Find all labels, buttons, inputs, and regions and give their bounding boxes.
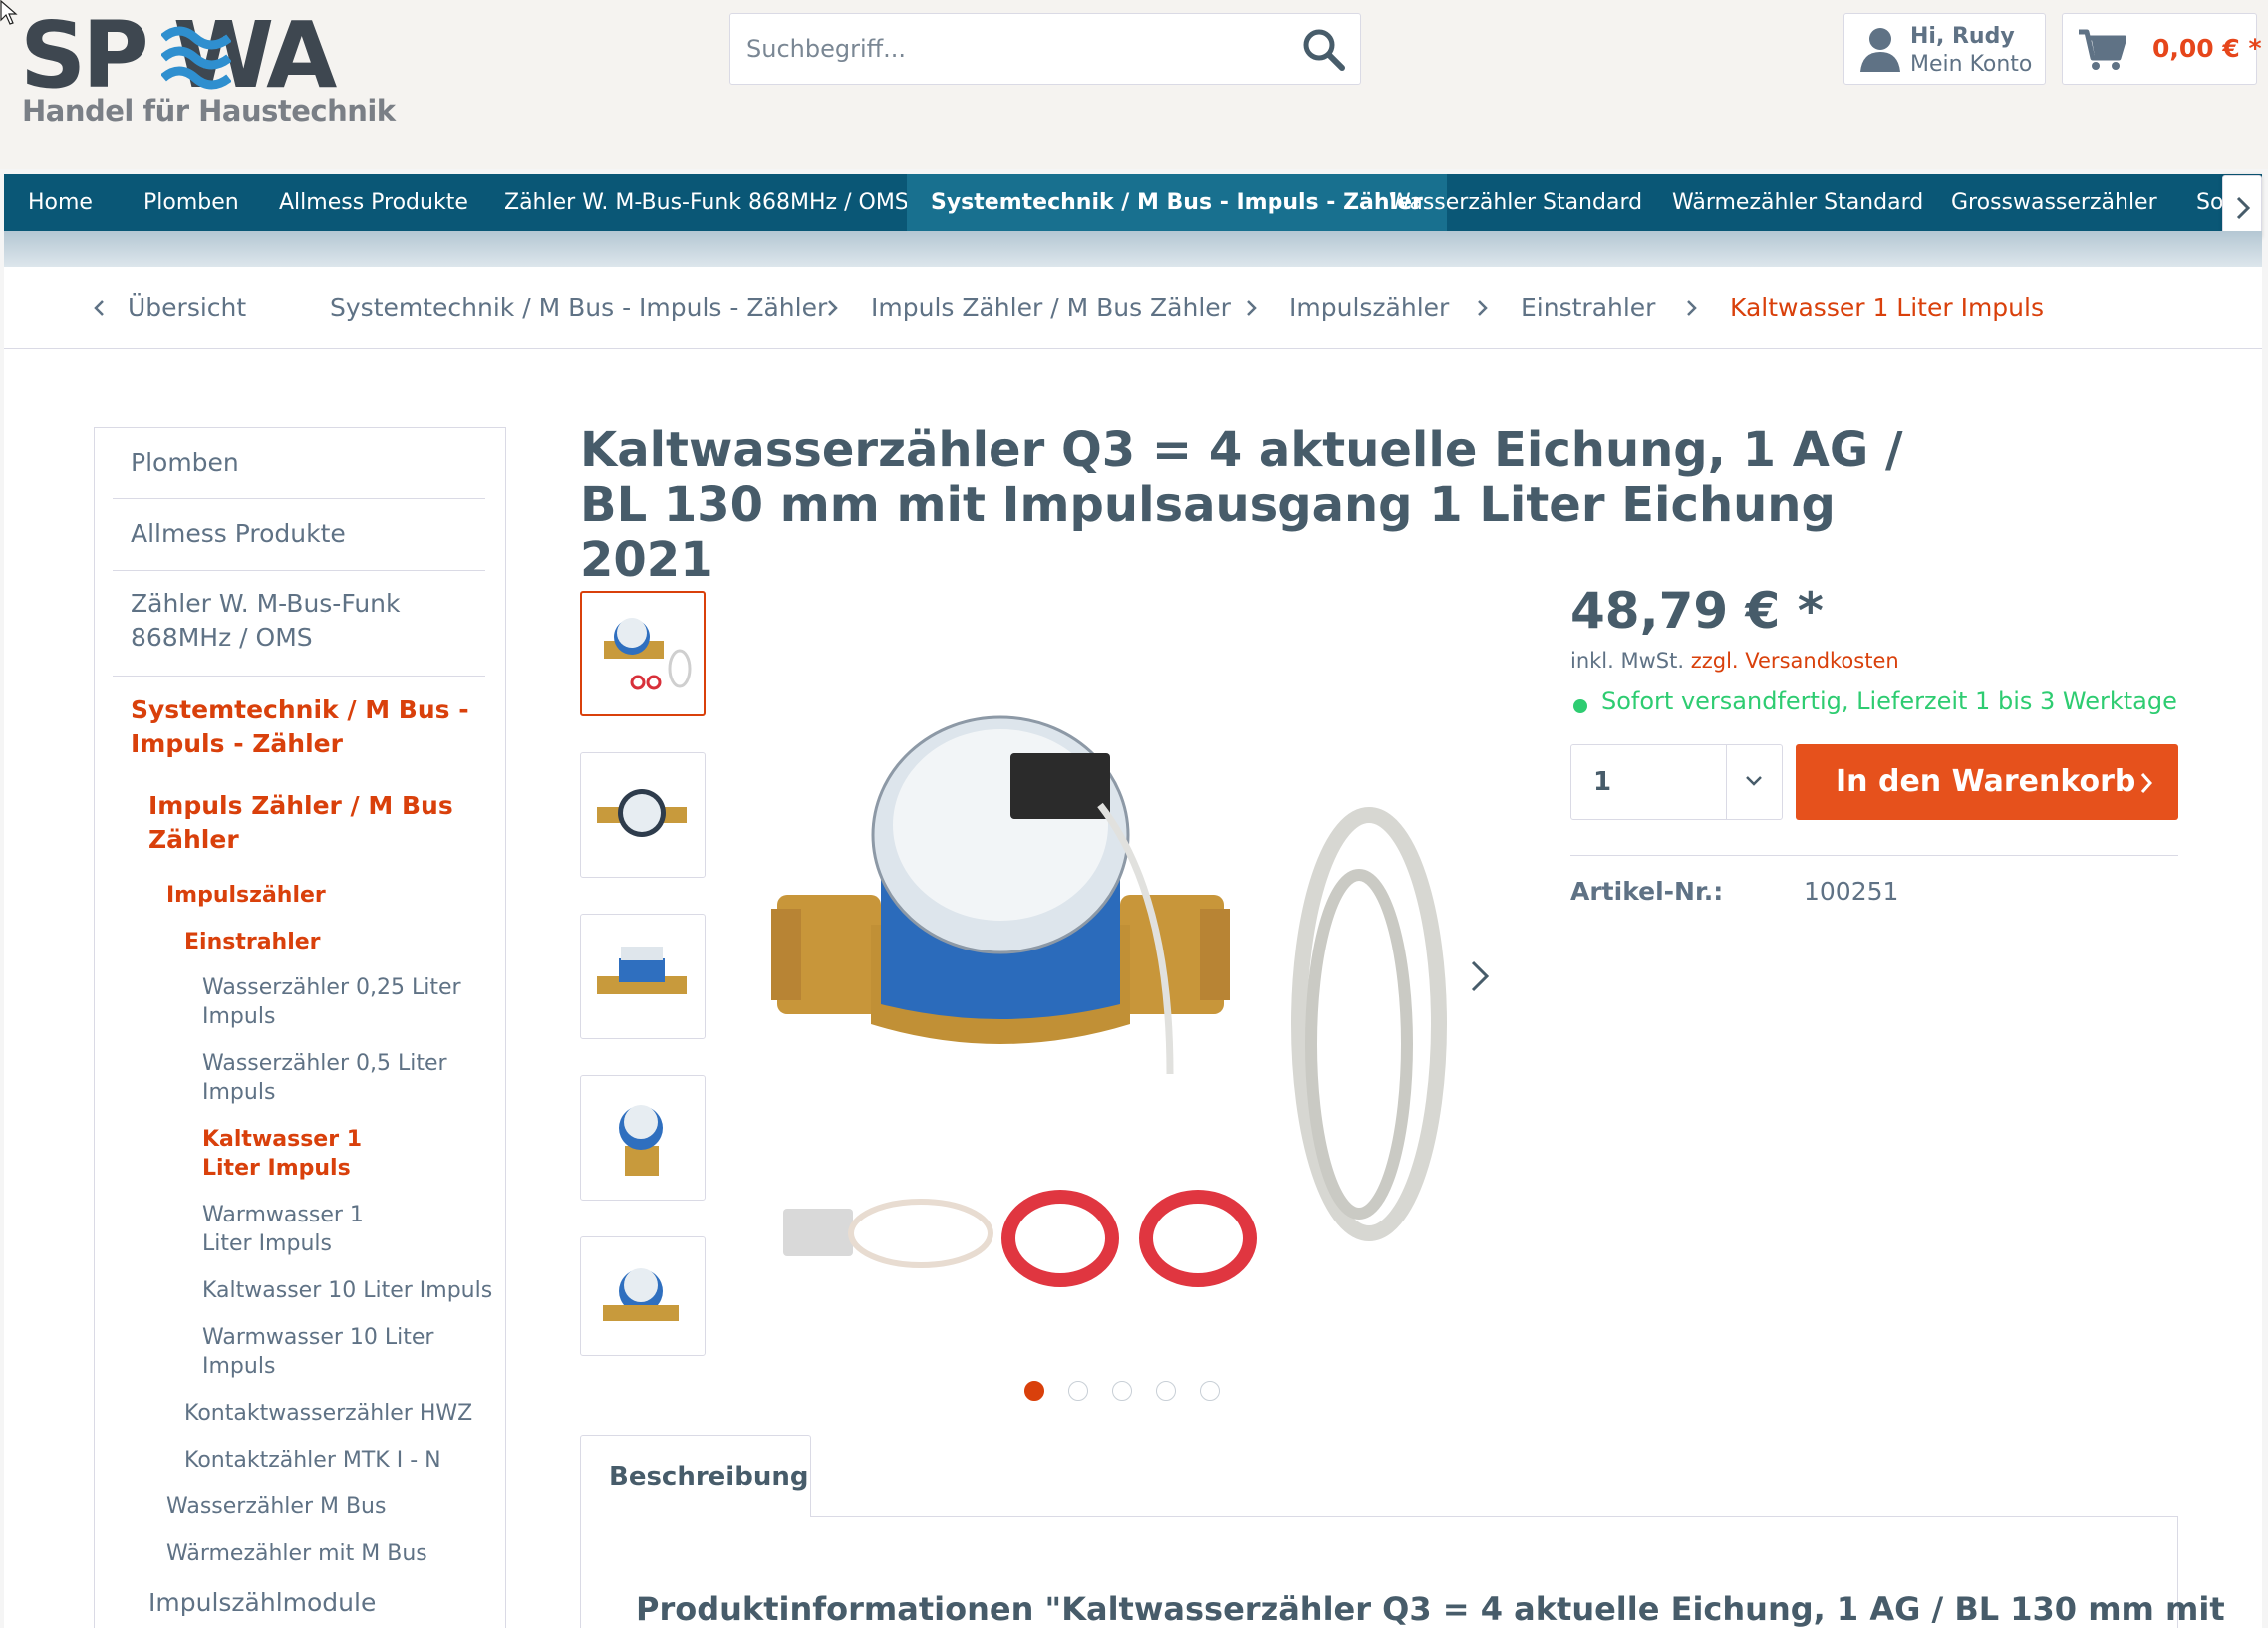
- image-next-arrow-icon[interactable]: [1467, 956, 1493, 996]
- sidebar-item-kontaktwasserzaehler[interactable]: Kontaktwasserzähler HWZ: [113, 1399, 501, 1428]
- sidebar-item-einstrahler[interactable]: Einstrahler: [113, 928, 485, 956]
- chevron-down-icon: [1746, 776, 1762, 786]
- breadcrumb-back-link[interactable]: Übersicht: [128, 293, 246, 322]
- sidebar-item-systemtechnik[interactable]: Systemtechnik / M Bus - Impuls - Zähler: [113, 693, 485, 761]
- add-to-cart-label: In den Warenkorb: [1836, 764, 2136, 799]
- water-meter-angle-thumbnail-image: [619, 1105, 663, 1176]
- breadcrumb-item-current[interactable]: Kaltwasser 1 Liter Impuls: [1730, 293, 2044, 322]
- image-dot[interactable]: [1112, 1381, 1132, 1401]
- product-thumbnail[interactable]: [580, 752, 706, 878]
- chevron-right-icon: [2140, 773, 2153, 793]
- tab-description-label: Beschreibung: [609, 1462, 809, 1492]
- image-dot[interactable]: [1156, 1381, 1176, 1401]
- water-meter-kit-thumbnail-image: [604, 618, 692, 690]
- product-title: Kaltwasserzähler Q3 = 4 aktuelle Eichung…: [580, 422, 1903, 588]
- article-number-label: Artikel-Nr.:: [1570, 877, 1724, 906]
- quantity-divider: [1726, 745, 1727, 819]
- cart-button[interactable]: 0,00 € *: [2062, 13, 2262, 85]
- quantity-select[interactable]: 1: [1570, 744, 1783, 820]
- sidebar-item-warmwasser-1[interactable]: Warmwasser 1 Liter Impuls: [113, 1201, 412, 1258]
- sidebar-item-kaltwasser-10[interactable]: Kaltwasser 10 Liter Impuls: [113, 1276, 501, 1305]
- chevron-right-icon: [1478, 300, 1488, 316]
- nav-item-plomben[interactable]: Plomben: [120, 174, 263, 231]
- product-thumbnail[interactable]: [580, 591, 706, 716]
- content-card: Übersicht Systemtechnik / M Bus - Impuls…: [4, 267, 2262, 1628]
- sidebar-item-kontaktzaehler[interactable]: Kontaktzähler MTK I - N: [113, 1446, 501, 1475]
- breadcrumb-item-systemtechnik[interactable]: Systemtechnik / M Bus - Impuls - Zähler: [330, 293, 827, 322]
- cart-amount: 0,00 € *: [2152, 34, 2262, 63]
- account-label: Mein Konto: [1910, 52, 2033, 77]
- sidebar-item-kaltwasser-1[interactable]: Kaltwasser 1 Liter Impuls: [113, 1125, 412, 1183]
- image-dot[interactable]: [1068, 1381, 1088, 1401]
- nav-item-mbus-funk[interactable]: Zähler W. M-Bus-Funk 868MHz / OMS: [480, 174, 933, 231]
- sidebar-item-impulszaehler[interactable]: Impulszähler: [113, 881, 485, 910]
- quantity-value: 1: [1593, 767, 1612, 797]
- water-meter-side-thumbnail-image: [597, 947, 687, 994]
- nav-item-allmess[interactable]: Allmess Produkte: [255, 174, 492, 231]
- product-thumbnail[interactable]: [580, 914, 706, 1039]
- sidebar-item-impuls-mbus[interactable]: Impuls Zähler / M Bus Zähler: [113, 789, 485, 857]
- nav-item-home[interactable]: Home: [4, 174, 117, 231]
- nav-item-wasserzaehler[interactable]: Wasserzähler Standard: [1365, 174, 1666, 231]
- nav-item-grosswasserzaehler[interactable]: Grosswasserzähler: [1927, 174, 2181, 231]
- chevron-right-icon: [1247, 300, 1257, 316]
- tax-text: inkl. MwSt.: [1570, 649, 1685, 673]
- user-icon: [1860, 28, 1900, 72]
- add-to-cart-button[interactable]: In den Warenkorb: [1796, 744, 2178, 820]
- chevron-left-icon: [94, 300, 104, 316]
- water-meter-front-thumbnail-image: [603, 1268, 679, 1321]
- account-button[interactable]: Hi, Rudy Mein Konto: [1843, 13, 2046, 85]
- product-main-image[interactable]: [771, 695, 1489, 1492]
- sidebar-item-mbus-funk[interactable]: Zähler W. M-Bus-Funk 868MHz / OMS: [113, 571, 485, 677]
- sidebar-item-allmess[interactable]: Allmess Produkte: [113, 499, 485, 571]
- category-sidebar: Plomben Allmess Produkte Zähler W. M-Bus…: [94, 427, 506, 1628]
- logo-wave-icon: [161, 26, 231, 90]
- logo-tagline: Handel für Haustechnik: [22, 94, 396, 128]
- mouse-cursor-icon: [0, 0, 18, 25]
- chevron-right-icon: [2236, 196, 2251, 220]
- delivery-status: Sofort versandfertig, Lieferzeit 1 bis 3…: [1601, 687, 2177, 715]
- tab-description[interactable]: Beschreibung: [580, 1435, 811, 1517]
- nav-item-waermezaehler[interactable]: Wärmezähler Standard: [1648, 174, 1947, 231]
- account-greeting: Hi, Rudy: [1910, 24, 2015, 49]
- image-dot[interactable]: [1024, 1381, 1044, 1401]
- product-price: 48,79 € *: [1570, 582, 1824, 640]
- cart-icon: [2079, 29, 2126, 70]
- breadcrumb-item-einstrahler[interactable]: Einstrahler: [1521, 293, 1655, 322]
- product-thumbnail[interactable]: [580, 1075, 706, 1201]
- breadcrumb-item-impulszaehler[interactable]: Impulszähler: [1289, 293, 1449, 322]
- search-box: [729, 13, 1361, 85]
- tax-info: inkl. MwSt. zzgl. Versandkosten: [1570, 649, 1899, 673]
- product-thumbnail[interactable]: [580, 1236, 706, 1356]
- sidebar-item-warmwasser-10[interactable]: Warmwasser 10 Liter Impuls: [113, 1323, 451, 1381]
- header: SP WA Handel für Haustechnik Hi, Rudy Me…: [0, 0, 2268, 169]
- shop-logo[interactable]: SP WA Handel für Haustechnik: [20, 6, 396, 136]
- search-icon[interactable]: [1300, 26, 1346, 72]
- water-meter-top-view-thumbnail-image: [597, 789, 687, 837]
- chevron-right-icon: [1687, 300, 1697, 316]
- in-stock-indicator: [1573, 699, 1587, 713]
- shipping-costs-link[interactable]: zzgl. Versandkosten: [1691, 649, 1899, 673]
- nav-shadow-strip: [4, 231, 2262, 267]
- article-number-value: 100251: [1804, 877, 1899, 906]
- breadcrumb-item-impuls-zaehler[interactable]: Impuls Zähler / M Bus Zähler: [871, 293, 1231, 322]
- image-dot[interactable]: [1200, 1381, 1220, 1401]
- sidebar-item-wasser-05[interactable]: Wasserzähler 0,5 Liter Impuls: [113, 1049, 471, 1107]
- chevron-right-icon: [828, 300, 838, 316]
- search-input[interactable]: [746, 14, 1284, 84]
- sidebar-item-plomben[interactable]: Plomben: [113, 438, 485, 499]
- divider: [1570, 855, 2178, 856]
- sidebar-item-wasserzaehler-mbus[interactable]: Wasserzähler M Bus: [113, 1492, 501, 1521]
- sidebar-item-waermezaehler-mbus[interactable]: Wärmezähler mit M Bus: [113, 1539, 501, 1568]
- sidebar-item-impulszaehlmodule[interactable]: Impulszählmodule: [113, 1586, 485, 1620]
- nav-scroll-right-button[interactable]: [2222, 175, 2262, 239]
- breadcrumb: Übersicht Systemtechnik / M Bus - Impuls…: [4, 267, 2262, 349]
- sidebar-item-wasser-025[interactable]: Wasserzähler 0,25 Liter Impuls: [113, 973, 471, 1031]
- main-navigation: Home Plomben Allmess Produkte Zähler W. …: [4, 174, 2262, 231]
- description-heading: Produktinformationen "Kaltwasserzähler Q…: [636, 1590, 2225, 1628]
